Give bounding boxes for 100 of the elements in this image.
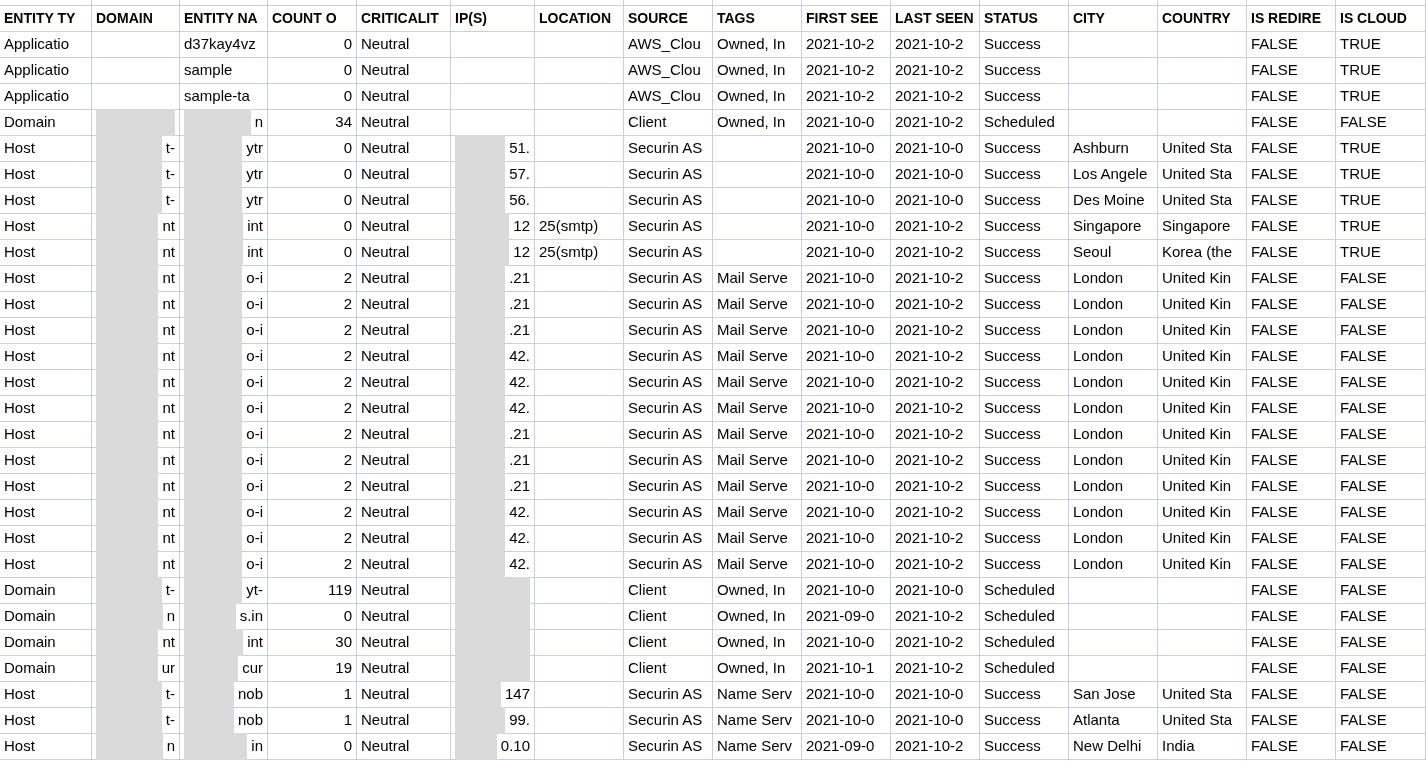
table-cell-text: 2 [343, 320, 352, 341]
table-cell-text: Neutral [361, 268, 410, 289]
table-cell-text: FALSE [1251, 190, 1298, 211]
table-cell-text: FALSE [1251, 580, 1298, 601]
table-cell-text: FALSE [1340, 398, 1387, 419]
table-cell-text: Success [984, 424, 1041, 445]
table-cell-text: Neutral [361, 164, 410, 185]
table-cell-text: Owned, In [717, 658, 786, 679]
table-cell-text: Success [984, 86, 1041, 107]
table-cell-text: FALSE [1251, 736, 1298, 757]
table-cell-text: FALSE [1251, 60, 1298, 81]
table-cell-text: 51. [509, 138, 530, 159]
table-cell-text: FALSE [1340, 268, 1387, 289]
table-cell-text: 1 [343, 710, 352, 731]
table-cell-text: 25(smtp) [539, 216, 599, 237]
table-cell-text: nt [162, 398, 175, 419]
table-cell-text: 147 [504, 684, 530, 705]
table-cell-text: ytr [246, 138, 263, 159]
table-cell-text: 2021-10-2 [895, 242, 964, 263]
table-cell-text: Neutral [361, 736, 410, 757]
table-cell-text: nt [162, 424, 175, 445]
table-cell-text: 2021-10-0 [806, 112, 875, 133]
table-cell-text: Success [984, 684, 1041, 705]
table-cell-text: FALSE [1340, 736, 1387, 757]
table-cell-text: nt [162, 450, 175, 471]
table-cell-text: London [1073, 372, 1124, 393]
table-cell-text: Seoul [1073, 242, 1112, 263]
table-cell-text: 2 [343, 554, 352, 575]
table-cell-text: Securin AS [628, 736, 703, 757]
table-cell-text: TRUE [1340, 216, 1381, 237]
table-cell-text: Los Angele [1073, 164, 1148, 185]
table-cell-text: int [247, 242, 263, 263]
table-cell-text: nt [162, 372, 175, 393]
table-cell-text: Neutral [361, 242, 410, 263]
table-cell-text: Mail Serve [717, 528, 788, 549]
table-cell-text: 2021-10-0 [806, 242, 875, 263]
table-cell-text: Mail Serve [717, 294, 788, 315]
table-cell-text: o-i [246, 268, 263, 289]
table-cell-text: London [1073, 346, 1124, 367]
table-cell-text: TRUE [1340, 242, 1381, 263]
table-cell-text: London [1073, 502, 1124, 523]
table-cell-text: FALSE [1340, 580, 1387, 601]
table-cell-text: Securin AS [628, 372, 703, 393]
table-cell-text: FALSE [1340, 450, 1387, 471]
table-cell-text: t- [165, 684, 175, 705]
table-cell-text: Success [984, 60, 1041, 81]
column-header: FIRST SEE [802, 6, 891, 31]
table-cell-text: 0 [343, 242, 352, 263]
table-cell-text: in [251, 736, 263, 757]
table-cell-text: 0 [343, 86, 352, 107]
table-cell-text: Neutral [361, 450, 410, 471]
table-cell-text: United Kin [1162, 554, 1232, 575]
table-cell-text: cur [242, 658, 263, 679]
table-cell-text: FALSE [1251, 294, 1298, 315]
table-cell-text: Securin AS [628, 242, 703, 263]
table-cell-text: Success [984, 294, 1041, 315]
table-cell-text: Securin AS [628, 450, 703, 471]
table-cell-text: Securin AS [628, 268, 703, 289]
table-cell-text: Owned, In [717, 606, 786, 627]
table-cell-text: Domain [4, 658, 56, 679]
table-cell-text: FALSE [1340, 554, 1387, 575]
table-cell-text: Securin AS [628, 190, 703, 211]
table-cell-text: Neutral [361, 138, 410, 159]
table-cell-text: Neutral [361, 190, 410, 211]
table-cell-text: 1 [343, 684, 352, 705]
table-cell-text: 2021-10-2 [895, 632, 964, 653]
table-cell-text: Securin AS [628, 398, 703, 419]
table-cell-text: Securin AS [628, 684, 703, 705]
table-cell-text: 2021-10-2 [895, 216, 964, 237]
table-cell-text: nob [237, 710, 263, 731]
table-cell-text: London [1073, 554, 1124, 575]
table-cell-text: FALSE [1251, 632, 1298, 653]
table-cell-text: 2021-10-0 [806, 294, 875, 315]
table-cell-text: 2021-10-2 [895, 268, 964, 289]
table-cell-text: 2021-10-0 [806, 138, 875, 159]
table-cell-text: Neutral [361, 60, 410, 81]
table-cell-text: FALSE [1251, 606, 1298, 627]
table-cell-text: FALSE [1251, 476, 1298, 497]
table-cell-text: 42. [509, 528, 530, 549]
table-cell-text: Neutral [361, 476, 410, 497]
table-cell-text: d37kay4vz [184, 34, 256, 55]
table-cell-text: FALSE [1251, 346, 1298, 367]
table-cell-text: FALSE [1251, 710, 1298, 731]
table-cell-text: 2 [343, 450, 352, 471]
table-cell-text: o-i [246, 502, 263, 523]
table-cell-text: United Sta [1162, 710, 1233, 731]
table-cell-text: 2 [343, 476, 352, 497]
table-cell-text: nt [162, 216, 175, 237]
table-cell-text: 2021-10-0 [895, 190, 964, 211]
table-cell-text: 12 [513, 216, 530, 237]
table-cell-text: Neutral [361, 658, 410, 679]
table-cell-text: United Kin [1162, 268, 1232, 289]
table-cell-text: Success [984, 164, 1041, 185]
column-header: IS REDIRE [1247, 6, 1336, 31]
table-cell-text: London [1073, 398, 1124, 419]
table-cell-text: Success [984, 216, 1041, 237]
table-cell-text: FALSE [1251, 684, 1298, 705]
table-cell-text: 2021-10-0 [806, 216, 875, 237]
table-cell-text: Host [4, 216, 35, 237]
table-cell-text: FALSE [1340, 372, 1387, 393]
